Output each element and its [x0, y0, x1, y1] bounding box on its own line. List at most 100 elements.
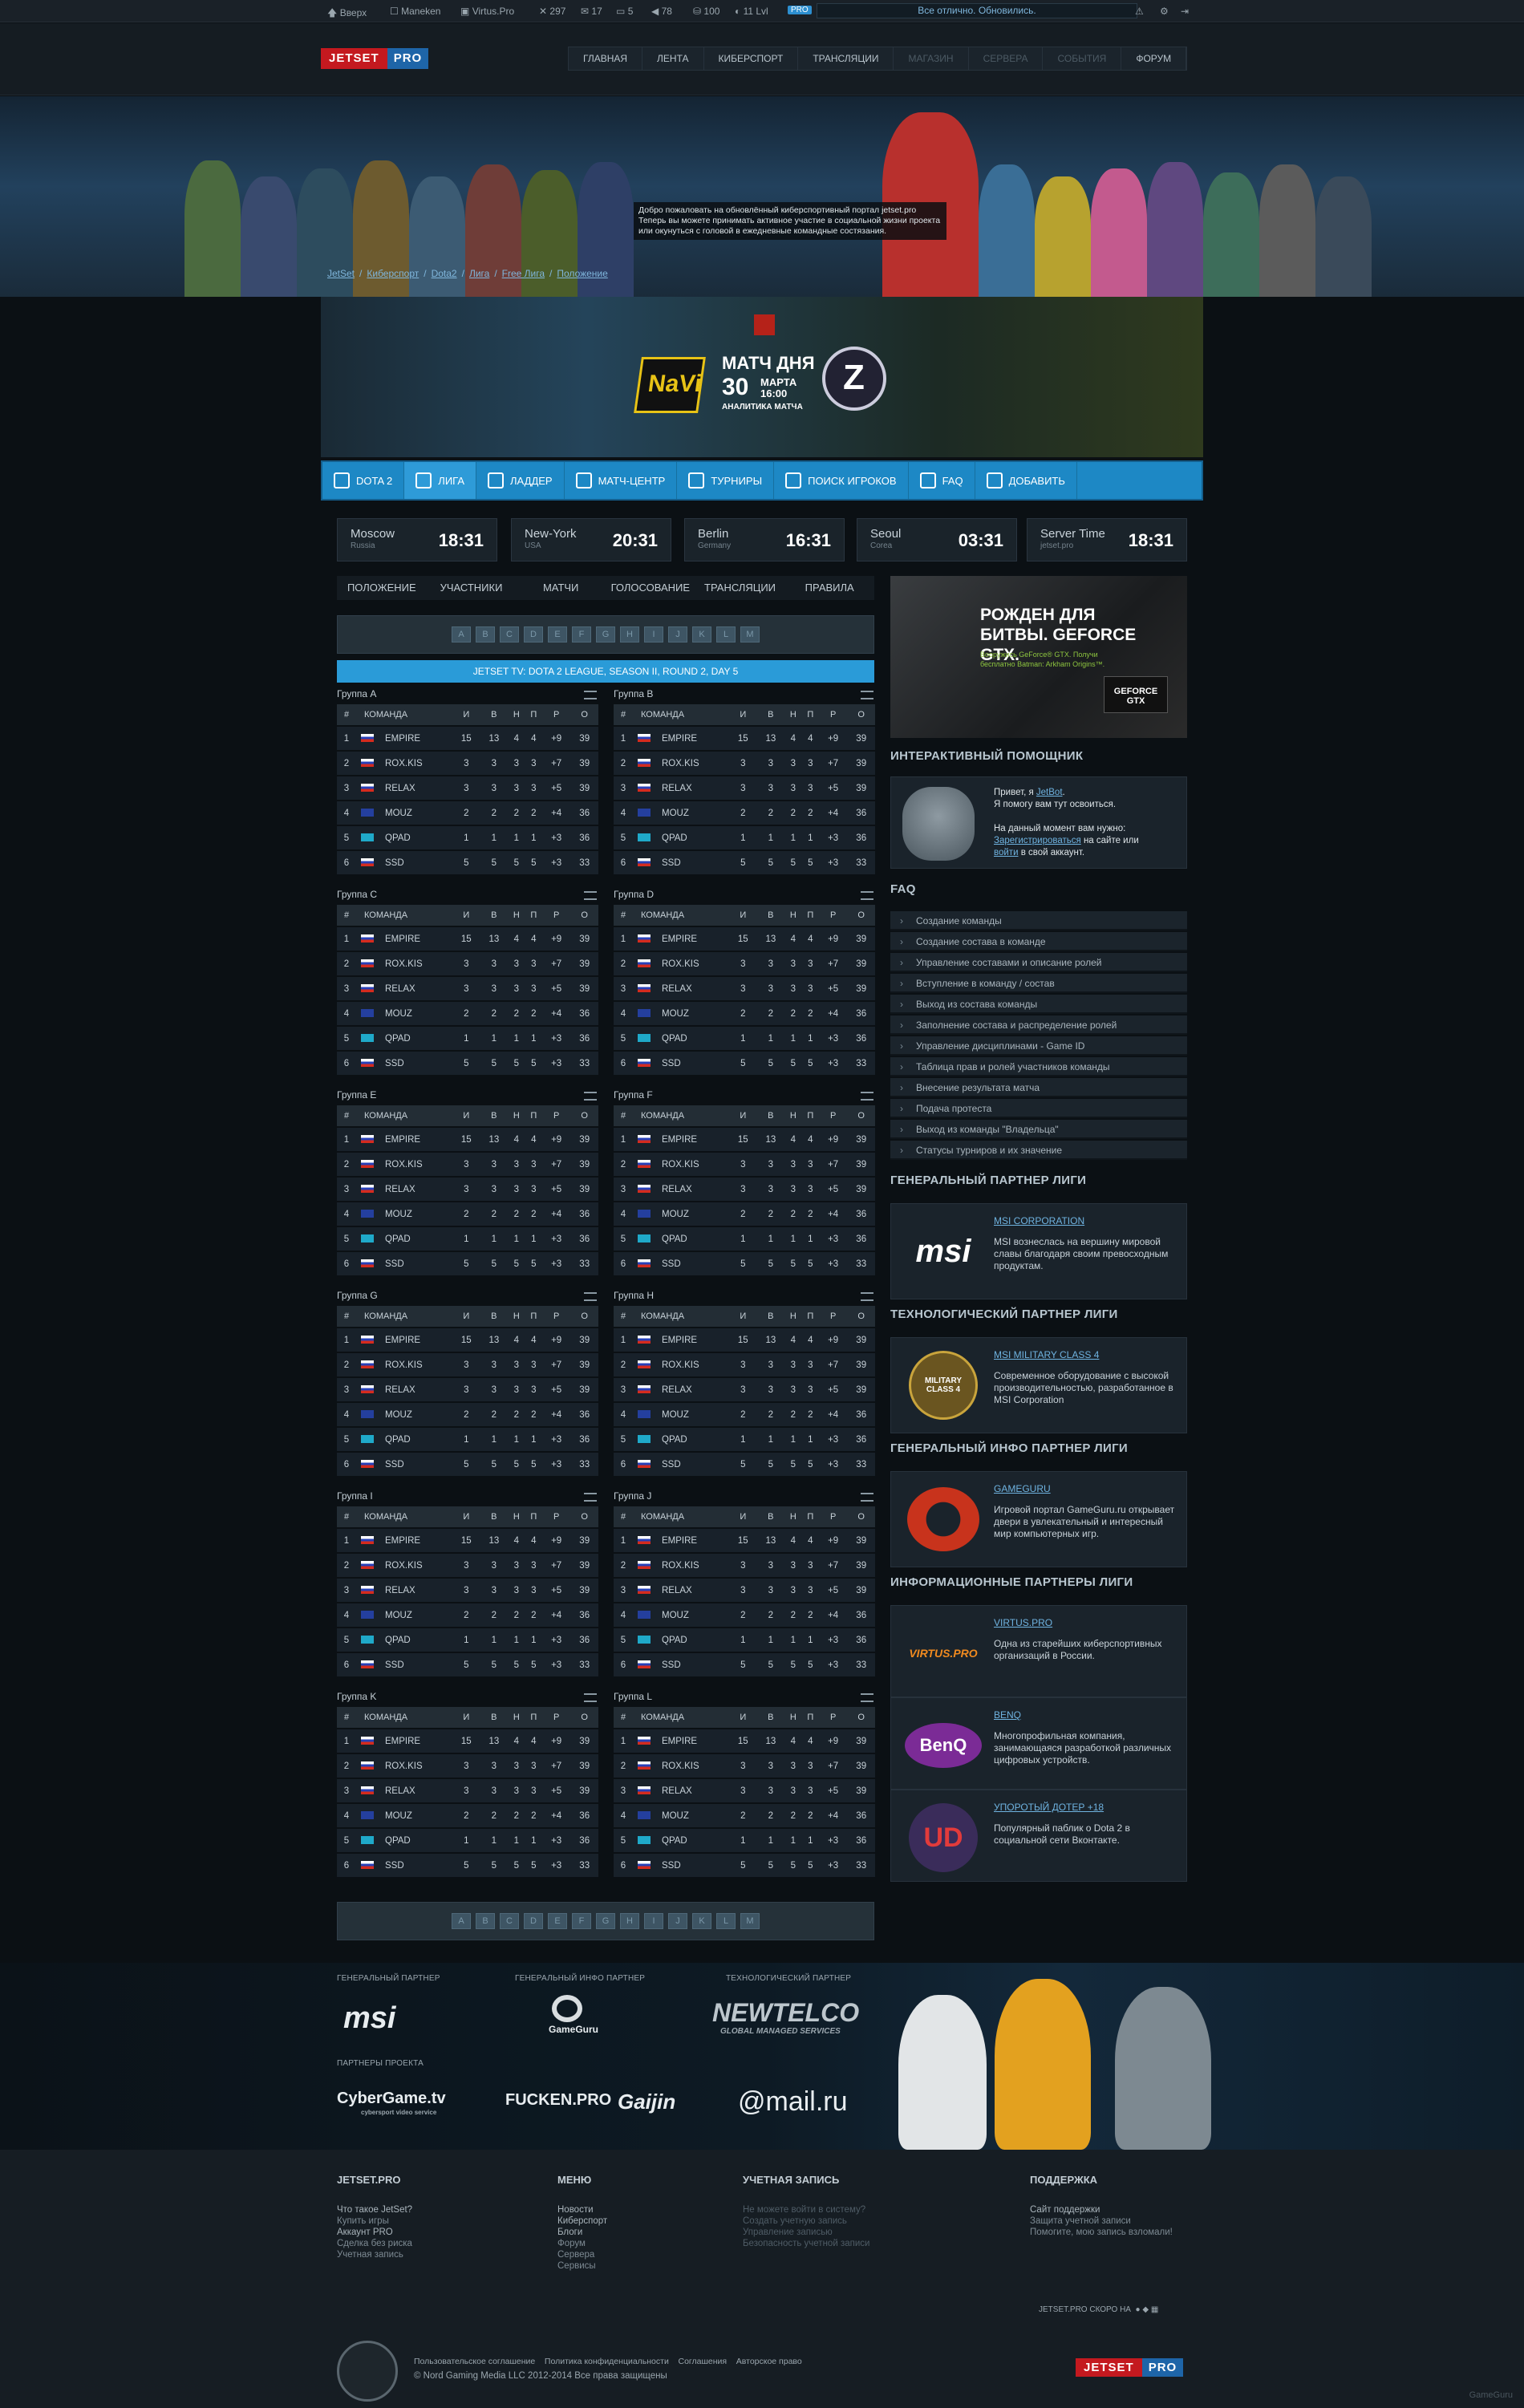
letter-filter-button[interactable]: L	[716, 626, 736, 643]
footer-link[interactable]: Авторское право	[736, 2357, 802, 2366]
letter-filter-button[interactable]: H	[620, 1913, 639, 1929]
faq-item[interactable]: Статусы турниров и их значение	[890, 1141, 1187, 1160]
footer-logo[interactable]: JETSET PRO	[1076, 2358, 1184, 2377]
table-row[interactable]: 3 RELAX 3 3 3 3 +5 39	[614, 1579, 875, 1602]
table-row[interactable]: 1 EMPIRE 15 13 4 4 +9 39	[614, 927, 875, 951]
nav-item-events[interactable]: СОБЫТИЯ	[1043, 47, 1122, 70]
list-view-icon[interactable]	[584, 691, 597, 699]
column-header[interactable]: Н	[784, 1707, 802, 1728]
tab-streams[interactable]: ТРАНСЛЯЦИИ	[695, 576, 785, 600]
footer-link[interactable]: Помогите, мою запись взломали!	[1030, 2227, 1173, 2238]
list-view-icon[interactable]	[861, 1693, 873, 1702]
breadcrumb-link[interactable]: Free Лига	[502, 268, 545, 279]
team-name[interactable]: MOUZ	[385, 809, 412, 818]
column-header[interactable]: КОМАНДА	[356, 1306, 452, 1327]
list-view-icon[interactable]	[584, 1493, 597, 1502]
list-view-icon[interactable]	[861, 891, 873, 900]
column-header[interactable]: О	[847, 1707, 875, 1728]
column-header[interactable]: П	[525, 905, 542, 926]
column-header[interactable]: В	[480, 905, 509, 926]
column-header[interactable]: Р	[818, 704, 848, 725]
team-name[interactable]: QPAD	[662, 1836, 687, 1846]
column-header[interactable]: В	[480, 1707, 509, 1728]
team-name[interactable]: RELAX	[662, 1185, 692, 1194]
login-link[interactable]: войти	[994, 848, 1019, 857]
table-row[interactable]: 5 QPAD 1 1 1 1 +3 36	[337, 1428, 598, 1451]
warning-icon[interactable]: ⚠	[1135, 6, 1144, 17]
stat-counter[interactable]: ▭ 5	[616, 6, 633, 17]
table-row[interactable]: 5 QPAD 1 1 1 1 +3 36	[614, 1227, 875, 1251]
column-header[interactable]: О	[847, 704, 875, 725]
letter-filter-button[interactable]: J	[668, 1913, 687, 1929]
column-header[interactable]: Н	[784, 704, 802, 725]
team-name[interactable]: QPAD	[385, 1234, 411, 1244]
column-header[interactable]: КОМАНДА	[633, 905, 729, 926]
team-name[interactable]: SSD	[385, 858, 404, 868]
faq-item[interactable]: Выход из команды "Владельца"	[890, 1120, 1187, 1139]
team-name[interactable]: RELAX	[662, 1786, 692, 1796]
team-name[interactable]: MOUZ	[662, 1009, 689, 1019]
column-header[interactable]: П	[801, 704, 819, 725]
footer-link[interactable]: Создать учетную запись	[743, 2215, 869, 2227]
table-row[interactable]: 5 QPAD 1 1 1 1 +3 36	[614, 1428, 875, 1451]
column-header[interactable]: И	[729, 1105, 757, 1126]
team-name[interactable]: SSD	[385, 1059, 404, 1068]
letter-filter-button[interactable]: B	[476, 1913, 495, 1929]
team-name[interactable]: EMPIRE	[662, 934, 697, 944]
nav-item-esports[interactable]: КИБЕРСПОРТ	[704, 47, 799, 70]
table-row[interactable]: 1 EMPIRE 15 13 4 4 +9 39	[614, 1729, 875, 1753]
partner-link[interactable]: MSI CORPORATION	[994, 1215, 1084, 1226]
letter-filter-button[interactable]: G	[596, 1913, 615, 1929]
column-header[interactable]: О	[570, 1306, 598, 1327]
column-header[interactable]: КОМАНДА	[356, 704, 452, 725]
team-name[interactable]: SSD	[385, 1861, 404, 1871]
table-row[interactable]: 3 RELAX 3 3 3 3 +5 39	[614, 1779, 875, 1802]
team-name[interactable]: RELAX	[662, 984, 692, 994]
faq-item[interactable]: Создание состава в команде	[890, 932, 1187, 951]
team-name[interactable]: ROX.KIS	[385, 1561, 423, 1571]
table-row[interactable]: 3 RELAX 3 3 3 3 +5 39	[337, 1378, 598, 1401]
column-header[interactable]: КОМАНДА	[633, 1105, 729, 1126]
team-name[interactable]: MOUZ	[662, 1410, 689, 1420]
column-header[interactable]: Н	[508, 905, 525, 926]
team-name[interactable]: MOUZ	[662, 1611, 689, 1620]
column-header[interactable]: КОМАНДА	[633, 1506, 729, 1527]
column-header[interactable]: И	[452, 1707, 480, 1728]
team-name[interactable]: SSD	[385, 1660, 404, 1670]
team-name[interactable]: EMPIRE	[385, 934, 420, 944]
tab-participants[interactable]: УЧАСТНИКИ	[427, 576, 517, 600]
column-header[interactable]: О	[570, 1105, 598, 1126]
table-row[interactable]: 4 MOUZ 2 2 2 2 +4 36	[337, 1804, 598, 1827]
team-name[interactable]: RELAX	[662, 1385, 692, 1395]
table-row[interactable]: 4 MOUZ 2 2 2 2 +4 36	[614, 1002, 875, 1025]
faq-item[interactable]: Создание команды	[890, 911, 1187, 930]
stat-counter[interactable]: ✕ 297	[539, 6, 565, 17]
column-header[interactable]: Р	[541, 1506, 571, 1527]
column-header[interactable]: КОМАНДА	[356, 1707, 452, 1728]
table-row[interactable]: 3 RELAX 3 3 3 3 +5 39	[337, 776, 598, 800]
tv-broadcast-bar[interactable]: JETSET TV: DOTA 2 LEAGUE, SEASON II, ROU…	[337, 660, 874, 683]
table-row[interactable]: 3 RELAX 3 3 3 3 +5 39	[614, 776, 875, 800]
team-name[interactable]: EMPIRE	[662, 1737, 697, 1746]
match-of-the-day-banner[interactable]: NaVi МАТЧ ДНЯ 30 МАРТА 16:00 АНАЛИТИКА МА…	[321, 297, 1203, 457]
table-row[interactable]: 5 QPAD 1 1 1 1 +3 36	[337, 1829, 598, 1852]
team-name[interactable]: QPAD	[662, 1234, 687, 1244]
team-name[interactable]: SSD	[662, 1660, 681, 1670]
table-row[interactable]: 1 EMPIRE 15 13 4 4 +9 39	[614, 727, 875, 750]
footer-link[interactable]: Политика конфиденциальности	[545, 2357, 669, 2366]
column-header[interactable]: И	[729, 1506, 757, 1527]
footer-link[interactable]: Учетная запись	[337, 2249, 412, 2260]
partner-link[interactable]: BENQ	[994, 1709, 1021, 1721]
table-row[interactable]: 3 RELAX 3 3 3 3 +5 39	[614, 1178, 875, 1201]
table-row[interactable]: 1 EMPIRE 15 13 4 4 +9 39	[337, 1328, 598, 1352]
list-view-icon[interactable]	[584, 1693, 597, 1702]
table-row[interactable]: 1 EMPIRE 15 13 4 4 +9 39	[337, 1128, 598, 1151]
column-header[interactable]: #	[337, 905, 356, 926]
table-row[interactable]: 4 MOUZ 2 2 2 2 +4 36	[337, 1202, 598, 1226]
newtelco-logo[interactable]: NEWTELCO	[712, 1998, 859, 2028]
faq-item[interactable]: Подача протеста	[890, 1099, 1187, 1118]
team-name[interactable]: SSD	[662, 858, 681, 868]
column-header[interactable]: В	[480, 1306, 509, 1327]
nav-item-forum[interactable]: ФОРУМ	[1121, 47, 1187, 70]
table-row[interactable]: 4 MOUZ 2 2 2 2 +4 36	[337, 1002, 598, 1025]
